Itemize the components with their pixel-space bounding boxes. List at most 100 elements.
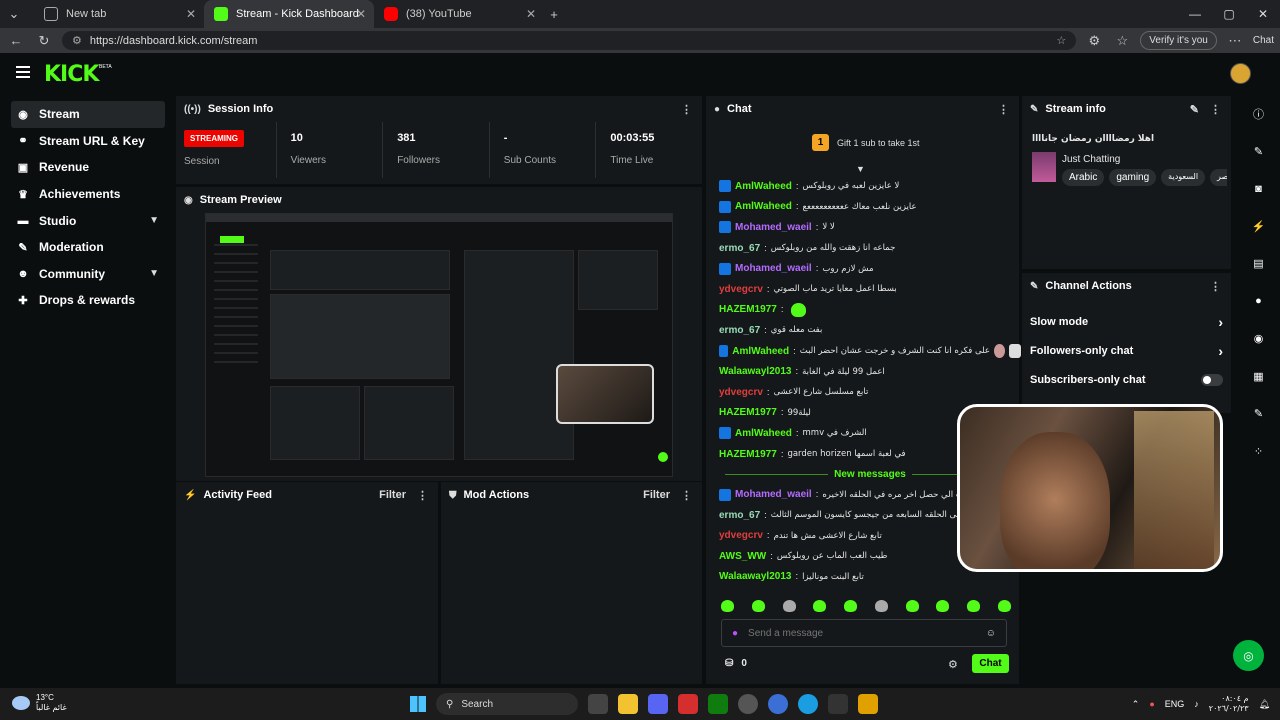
menu-icon[interactable] [16, 66, 30, 78]
chat-username[interactable]: HAZEM1977 [719, 449, 777, 460]
broadcast-icon[interactable]: ◉ [1237, 320, 1280, 358]
emote-icon[interactable] [967, 600, 981, 612]
volume-icon[interactable]: ♪ [1194, 699, 1199, 709]
kick-logo[interactable]: KICK [44, 62, 99, 87]
copilot-chat-button[interactable]: Chat [1253, 35, 1274, 46]
camera-icon[interactable]: ◙ [1237, 170, 1280, 208]
microphone-icon[interactable]: ● [732, 628, 738, 639]
category-name[interactable]: Just Chatting [1062, 154, 1120, 165]
chat-settings-gear-icon[interactable]: ⚙ [948, 658, 958, 671]
document-icon[interactable]: ▤ [1237, 245, 1280, 283]
tab-kick-dashboard[interactable]: Stream - Kick Dashboard ✕ [204, 0, 374, 28]
sidebar-item-stream[interactable]: ◉ Stream [11, 101, 165, 128]
action-followers-only-chat[interactable]: Followers-only chat › [1022, 336, 1231, 365]
windows-start-icon[interactable] [410, 696, 426, 712]
chat-username[interactable]: Walaawayl2013 [719, 366, 791, 377]
verify-button[interactable]: Verify it's you [1140, 31, 1217, 50]
url-field[interactable]: ⚙ https://dashboard.kick.com/stream ☆ [62, 31, 1077, 50]
chevron-up-icon[interactable]: ⌃ [1132, 699, 1140, 710]
user-avatar[interactable] [1230, 63, 1251, 84]
extensions-icon[interactable]: ⚙ [1084, 33, 1104, 49]
minimize-icon[interactable]: — [1178, 0, 1212, 28]
pinned-toggle-icon[interactable]: ▼ [856, 164, 865, 174]
sidebar-item-moderation[interactable]: ✎ Moderation [11, 234, 165, 261]
kebab-menu-icon[interactable]: ⋮ [1210, 103, 1221, 116]
emote-icon[interactable] [721, 600, 734, 612]
kebab-menu-icon[interactable]: ⋮ [681, 103, 692, 116]
chat-username[interactable]: HAZEM1977 [719, 304, 777, 315]
emoji-picker-icon[interactable]: ☺ [986, 628, 996, 639]
layout-icon[interactable]: ▦ [1237, 358, 1280, 396]
tab-new-tab[interactable]: New tab ✕ [34, 0, 204, 28]
emote-icon[interactable] [997, 600, 1011, 612]
close-tab-icon[interactable]: ✕ [186, 7, 196, 21]
chevron-down-icon[interactable]: ▼ [149, 268, 159, 279]
weather-widget[interactable]: 13°C غائم غالباً [12, 693, 67, 713]
chevron-down-icon[interactable]: ▼ [149, 215, 159, 226]
tag[interactable]: مصر [1210, 169, 1227, 186]
chat-username[interactable]: ydvegcrv [719, 284, 763, 295]
chat-username[interactable]: Mohamed_waeil [735, 222, 812, 233]
chat-icon[interactable]: ● [1237, 283, 1280, 321]
tab-youtube[interactable]: (38) YouTube ✕ [374, 0, 544, 28]
maximize-icon[interactable]: ▢ [1212, 0, 1246, 28]
stream-preview-video[interactable] [205, 213, 673, 477]
chat-username[interactable]: ermo_67 [719, 510, 760, 521]
more-menu-icon[interactable]: ⋯ [1225, 33, 1245, 49]
xbox-icon[interactable] [708, 694, 728, 714]
emote-icon[interactable] [782, 600, 796, 612]
emote-icon[interactable] [905, 600, 919, 612]
close-window-icon[interactable]: ✕ [1246, 0, 1280, 28]
emote-icon[interactable] [874, 600, 888, 612]
kebab-menu-icon[interactable]: ⋮ [417, 489, 428, 502]
sidebar-item-drops-rewards[interactable]: ✚ Drops & rewards [11, 287, 165, 314]
sidebar-item-community[interactable]: ☻ Community ▼ [11, 261, 165, 288]
bolt-icon[interactable]: ⚡ [1237, 208, 1280, 246]
chat-username[interactable]: Walaawayl2013 [719, 571, 791, 582]
chat-username[interactable]: AmlWaheed [735, 181, 792, 192]
sidebar-item-achievements[interactable]: ♛ Achievements [11, 181, 165, 208]
apps-icon[interactable]: ⁘ [1237, 433, 1280, 471]
app-blue-icon[interactable] [768, 694, 788, 714]
tag[interactable]: gaming [1109, 169, 1157, 186]
notification-icon[interactable]: 🔔︎ [1259, 699, 1270, 710]
app-red-icon[interactable] [678, 694, 698, 714]
chat-username[interactable]: AmlWaheed [732, 346, 789, 357]
discord-icon[interactable] [648, 694, 668, 714]
channel-points[interactable]: ⛁ 0 [725, 658, 747, 669]
chat-username[interactable]: AWS_WW [719, 551, 766, 562]
emote-icon[interactable] [813, 600, 827, 612]
app-circle-icon[interactable] [738, 694, 758, 714]
language-indicator[interactable]: ENG [1165, 699, 1185, 709]
file-explorer-icon[interactable] [618, 694, 638, 714]
close-tab-icon[interactable]: ✕ [526, 7, 536, 21]
gift-sub-banner[interactable]: 1 Gift 1 sub to take 1st [812, 134, 920, 151]
task-view-icon[interactable] [588, 694, 608, 714]
new-tab-plus-icon[interactable]: + [544, 7, 564, 22]
sidebar-item-revenue[interactable]: ▣ Revenue [11, 154, 165, 181]
microphone-icon[interactable]: ● [1149, 699, 1154, 709]
chat-username[interactable]: Mohamed_waeil [735, 489, 812, 500]
emote-icon[interactable] [844, 600, 858, 612]
filter-button[interactable]: Filter [379, 489, 406, 501]
chat-message-input[interactable] [748, 627, 976, 639]
sidebar-item-studio[interactable]: ▬ Studio ▼ [11, 207, 165, 234]
chat-username[interactable]: AmlWaheed [735, 201, 792, 212]
chat-username[interactable]: ermo_67 [719, 243, 760, 254]
close-tab-icon[interactable]: ✕ [356, 7, 366, 21]
edit-pencil-icon[interactable]: ✎ [1190, 103, 1199, 116]
edge-icon[interactable] [798, 694, 818, 714]
chat-username[interactable]: HAZEM1977 [719, 407, 777, 418]
site-info-icon[interactable]: ⚙ [72, 34, 82, 47]
tag[interactable]: Arabic [1062, 169, 1105, 186]
kebab-menu-icon[interactable]: ⋮ [1210, 280, 1221, 293]
back-icon[interactable]: ← [6, 33, 26, 48]
tag[interactable]: السعودية [1161, 169, 1206, 186]
tab-list-icon[interactable]: ⌄ [4, 6, 24, 22]
chat-username[interactable]: ydvegcrv [719, 387, 763, 398]
filter-button[interactable]: Filter [643, 489, 670, 501]
bookmark-star-icon[interactable]: ☆ [1056, 34, 1066, 47]
edit-icon[interactable]: ✎ [1237, 133, 1280, 171]
emote-icon[interactable] [936, 600, 950, 612]
emote-icon[interactable] [751, 600, 765, 612]
